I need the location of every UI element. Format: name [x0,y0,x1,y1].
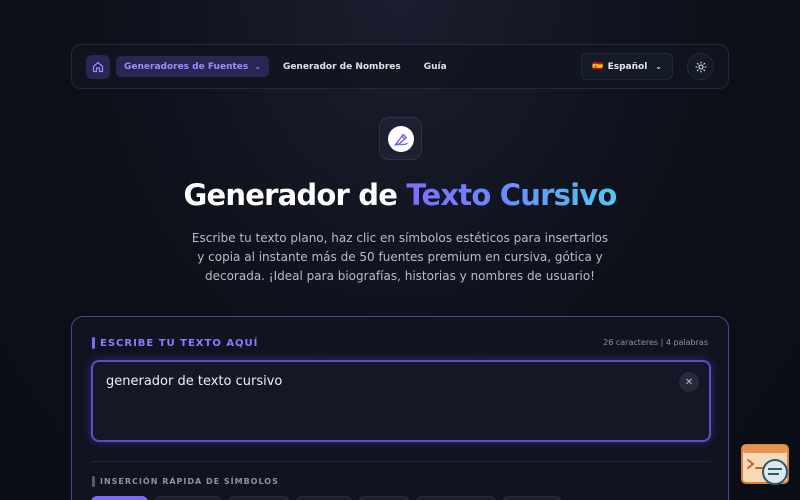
character-word-counter: 26 caracteres | 4 palabras [603,338,708,347]
home-button[interactable] [86,54,110,79]
nav-link-guide[interactable]: Guía [424,62,447,72]
symbol-chip[interactable] [358,496,410,500]
font-generators-label: Generadores de Fuentes [124,61,249,72]
input-section-label: ESCRIBE TU TEXTO AQUÍ [92,337,258,349]
language-selector[interactable]: 🇪🇸 Español ⌄ [581,53,673,80]
clear-text-button[interactable]: ✕ [679,372,699,392]
language-label: Español [607,61,648,72]
symbols-section-label: INSERCIÓN RÁPIDA DE SÍMBOLOS [92,476,279,487]
symbol-chip-active[interactable] [91,496,148,500]
theme-toggle-button[interactable] [687,53,714,80]
symbol-chip[interactable] [154,496,222,500]
nav-link-name-generator[interactable]: Generador de Nombres [283,62,401,72]
symbol-chip[interactable] [502,496,562,500]
top-navbar: Generadores de Fuentes ⌄ Generador de No… [71,44,729,89]
symbol-chip[interactable] [416,496,496,500]
language-flag: 🇪🇸 [592,61,604,72]
pen-logo-icon [387,125,414,152]
text-editor-card: ESCRIBE TU TEXTO AQUÍ 26 caracteres | 4 … [71,316,729,500]
symbol-chip[interactable] [296,496,352,500]
floating-helper-widget[interactable] [741,443,791,487]
app-logo [379,117,422,160]
text-input-value: generador de texto cursivo [106,374,283,389]
symbol-category-chips [91,496,562,500]
label-accent-bar [92,476,95,487]
page-title: Generador de Texto Cursivo [0,178,800,212]
input-label-text: ESCRIBE TU TEXTO AQUÍ [100,337,259,349]
font-generators-dropdown[interactable]: Generadores de Fuentes ⌄ [116,56,269,77]
label-accent-bar [92,337,95,349]
sun-icon [694,60,707,73]
section-divider [91,461,711,462]
symbol-chip[interactable] [228,496,290,500]
chevron-down-icon: ⌄ [655,62,662,71]
close-icon: ✕ [684,376,694,388]
chevron-down-icon: ⌄ [254,62,261,71]
page-title-plain: Generador de [183,178,407,212]
terminal-widget-icon [741,444,789,485]
text-input-area[interactable]: generador de texto cursivo ✕ [91,360,711,442]
page-description: Escribe tu texto plano, haz clic en símb… [191,231,609,283]
home-icon [92,61,104,72]
symbols-label-text: INSERCIÓN RÁPIDA DE SÍMBOLOS [100,477,279,486]
page-title-highlight: Texto Cursivo [406,178,617,212]
